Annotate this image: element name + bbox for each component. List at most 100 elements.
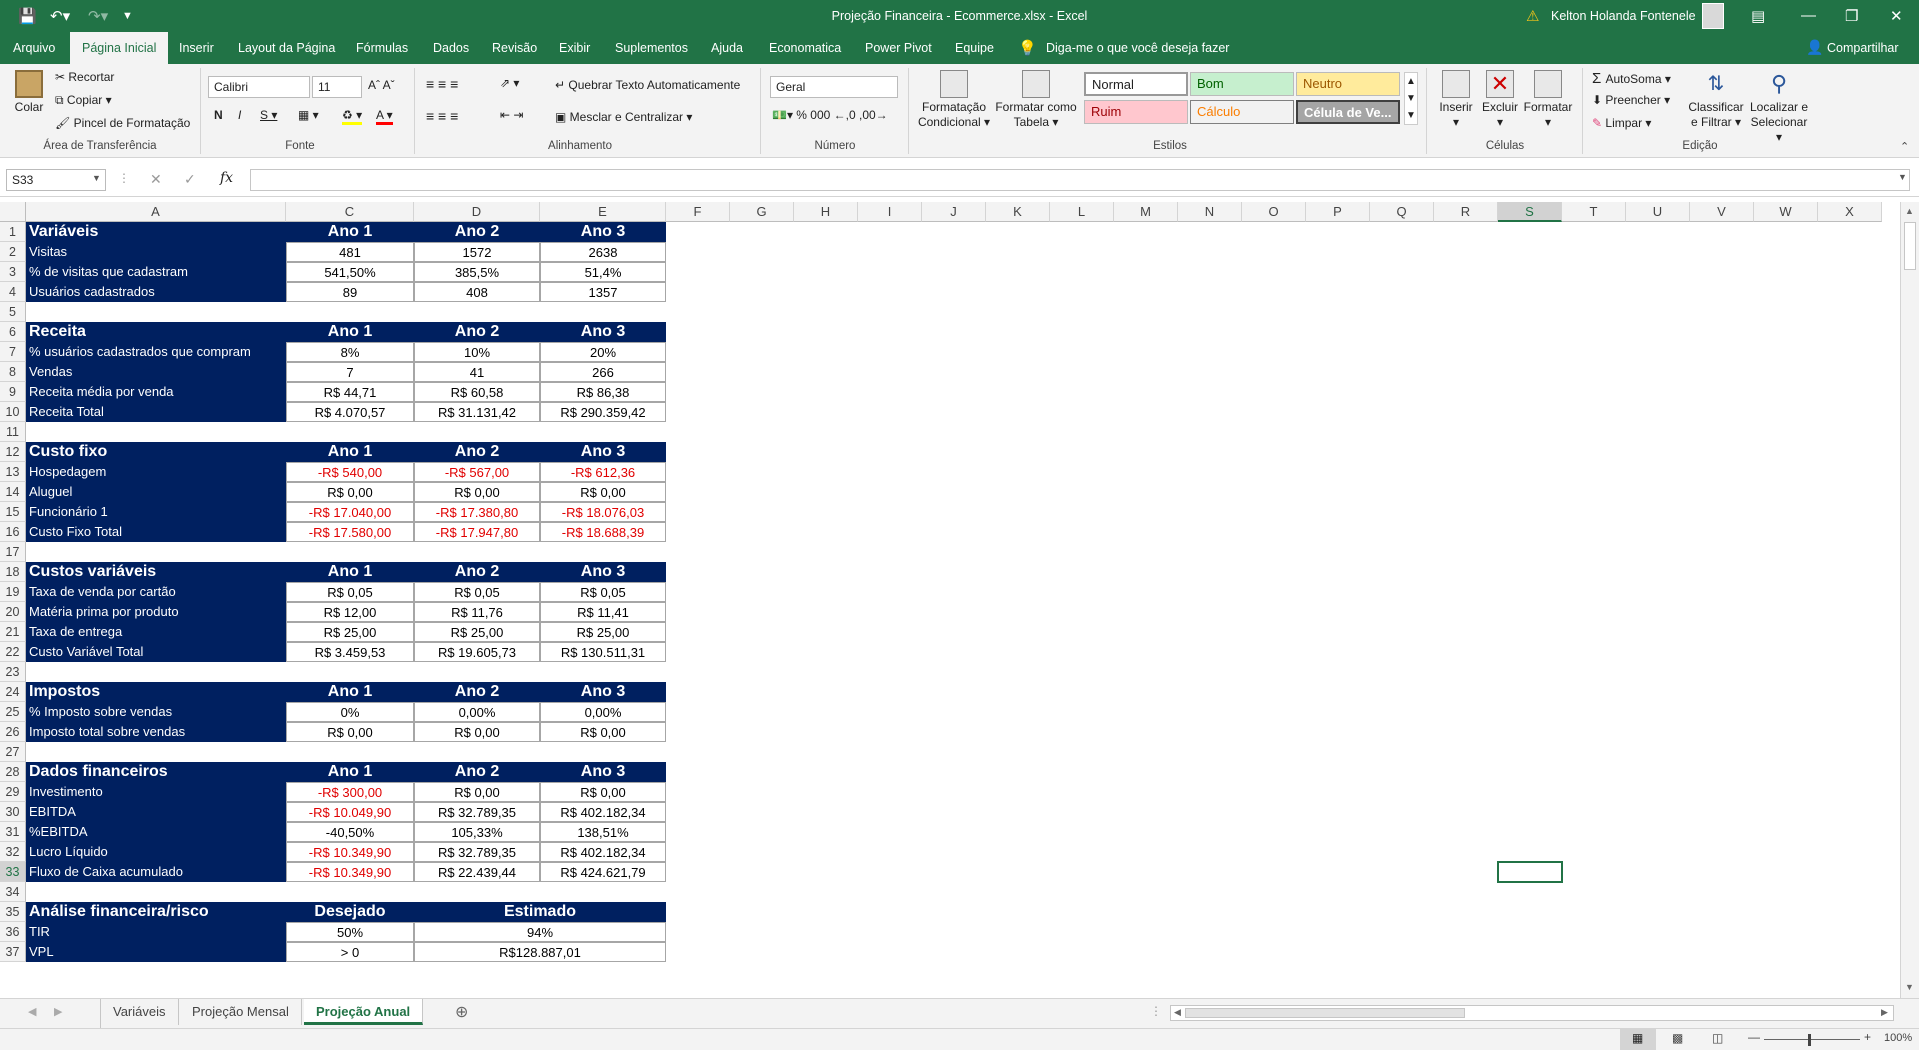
sort-filter-button[interactable]: ⇅ Classificar e Filtrar ▾ [1686, 70, 1746, 130]
row-header-31[interactable]: 31 [0, 822, 26, 842]
value-cell[interactable]: 1572 [414, 242, 540, 262]
value-cell[interactable]: R$128.887,01 [414, 942, 666, 962]
value-cell[interactable]: R$ 130.511,31 [540, 642, 666, 662]
value-cell[interactable]: -R$ 10.349,90 [286, 862, 414, 882]
value-cell[interactable]: -R$ 567,00 [414, 462, 540, 482]
value-cell[interactable]: R$ 86,38 [540, 382, 666, 402]
column-header-E[interactable]: E [540, 202, 666, 222]
bold-button[interactable]: N [214, 108, 223, 122]
close-icon[interactable]: ✕ [1890, 7, 1903, 25]
value-cell[interactable]: 481 [286, 242, 414, 262]
column-header-J[interactable]: J [922, 202, 986, 222]
row-header-30[interactable]: 30 [0, 802, 26, 822]
value-cell[interactable]: R$ 25,00 [540, 622, 666, 642]
styles-scroll-icon[interactable]: ▲ ▼ ▼ [1404, 72, 1418, 125]
wrap-text-button[interactable]: ↵ Quebrar Texto Automaticamente [555, 78, 740, 92]
row-header-15[interactable]: 15 [0, 502, 26, 522]
row-header-32[interactable]: 32 [0, 842, 26, 862]
value-cell[interactable]: -R$ 17.580,00 [286, 522, 414, 542]
clear-button[interactable]: ✎ Limpar ▾ [1592, 116, 1651, 130]
row-label[interactable]: % Imposto sobre vendas [26, 702, 286, 722]
value-cell[interactable]: 385,5% [414, 262, 540, 282]
value-cell[interactable]: R$ 402.182,34 [540, 802, 666, 822]
row-header-11[interactable]: 11 [0, 422, 26, 442]
row-label[interactable]: % usuários cadastrados que compram [26, 342, 286, 362]
user-name[interactable]: Kelton Holanda Fontenele [1551, 9, 1696, 23]
row-label[interactable]: Taxa de entrega [26, 622, 286, 642]
value-cell[interactable]: 51,4% [540, 262, 666, 282]
zoom-slider[interactable] [1764, 1039, 1860, 1040]
row-label[interactable]: Receita Total [26, 402, 286, 422]
insert-function-icon[interactable]: fx [220, 170, 233, 186]
column-header-H[interactable]: H [794, 202, 858, 222]
underline-button[interactable]: S ▾ [260, 108, 277, 122]
tab-ajuda[interactable]: Ajuda [710, 32, 744, 64]
column-header-R[interactable]: R [1434, 202, 1498, 222]
row-header-16[interactable]: 16 [0, 522, 26, 542]
value-cell[interactable]: R$ 0,00 [540, 482, 666, 502]
style-ruim[interactable]: Ruim [1084, 100, 1188, 124]
row-label[interactable]: Investimento [26, 782, 286, 802]
value-cell[interactable]: -R$ 17.947,80 [414, 522, 540, 542]
row-header-5[interactable]: 5 [0, 302, 26, 322]
value-cell[interactable]: -R$ 540,00 [286, 462, 414, 482]
year-header[interactable]: Ano 2 [414, 322, 540, 342]
find-select-button[interactable]: ⚲ Localizar e Selecionar ▾ [1746, 70, 1812, 145]
row-header-3[interactable]: 3 [0, 262, 26, 282]
zoom-level[interactable]: 100% [1884, 1032, 1912, 1044]
scroll-down-icon[interactable]: ▼ [1905, 982, 1914, 992]
value-cell[interactable]: 20% [540, 342, 666, 362]
section-title[interactable]: Impostos [26, 682, 286, 702]
row-header-17[interactable]: 17 [0, 542, 26, 562]
row-header-9[interactable]: 9 [0, 382, 26, 402]
column-header-K[interactable]: K [986, 202, 1050, 222]
row-label[interactable]: Aluguel [26, 482, 286, 502]
row-label[interactable]: Imposto total sobre vendas [26, 722, 286, 742]
section-title[interactable]: Custos variáveis [26, 562, 286, 582]
tab-power-pivot[interactable]: Power Pivot [864, 32, 933, 64]
paste-button[interactable]: Colar [10, 70, 48, 115]
year-header[interactable]: Ano 1 [286, 322, 414, 342]
select-all-corner[interactable] [0, 202, 26, 222]
section-title[interactable]: Dados financeiros [26, 762, 286, 782]
tab-economatica[interactable]: Economatica [768, 32, 842, 64]
value-cell[interactable]: 138,51% [540, 822, 666, 842]
column-header-L[interactable]: L [1050, 202, 1114, 222]
tell-me-search[interactable]: Diga-me o que você deseja fazer [1045, 32, 1230, 64]
row-label[interactable]: % de visitas que cadastram [26, 262, 286, 282]
font-name-select[interactable]: Calibri [208, 76, 310, 98]
value-cell[interactable]: -R$ 18.076,03 [540, 502, 666, 522]
style-neutro[interactable]: Neutro [1296, 72, 1400, 96]
section-title[interactable]: Custo fixo [26, 442, 286, 462]
value-cell[interactable]: R$ 44,71 [286, 382, 414, 402]
row-label[interactable]: Visitas [26, 242, 286, 262]
scroll-left-icon[interactable]: ◀ [1174, 1007, 1181, 1018]
year-header[interactable]: Ano 1 [286, 222, 414, 242]
value-cell[interactable]: R$ 25,00 [286, 622, 414, 642]
row-header-1[interactable]: 1 [0, 222, 26, 242]
row-label[interactable]: Taxa de venda por cartão [26, 582, 286, 602]
row-header-6[interactable]: 6 [0, 322, 26, 342]
value-cell[interactable]: R$ 290.359,42 [540, 402, 666, 422]
value-cell[interactable]: 0,00% [414, 702, 540, 722]
value-cell[interactable]: 105,33% [414, 822, 540, 842]
row-header-21[interactable]: 21 [0, 622, 26, 642]
value-cell[interactable]: R$ 424.621,79 [540, 862, 666, 882]
value-cell[interactable]: -R$ 10.049,90 [286, 802, 414, 822]
column-header-M[interactable]: M [1114, 202, 1178, 222]
column-header-desejado[interactable]: Desejado [286, 902, 414, 922]
cut-button[interactable]: ✂ Recortar [55, 70, 114, 84]
row-header-13[interactable]: 13 [0, 462, 26, 482]
year-header[interactable]: Ano 1 [286, 562, 414, 582]
active-cell-S33[interactable] [1497, 861, 1563, 883]
row-header-28[interactable]: 28 [0, 762, 26, 782]
year-header[interactable]: Ano 3 [540, 762, 666, 782]
horizontal-scroll-thumb[interactable] [1185, 1008, 1465, 1018]
copy-button[interactable]: ⧉ Copiar ▾ [55, 93, 112, 108]
tab-arquivo[interactable]: Arquivo [12, 32, 56, 64]
row-label[interactable]: Funcionário 1 [26, 502, 286, 522]
section-title[interactable]: Variáveis [26, 222, 286, 242]
column-header-P[interactable]: P [1306, 202, 1370, 222]
value-cell[interactable]: > 0 [286, 942, 414, 962]
name-box-dropdown-icon[interactable]: ▼ [92, 173, 101, 183]
